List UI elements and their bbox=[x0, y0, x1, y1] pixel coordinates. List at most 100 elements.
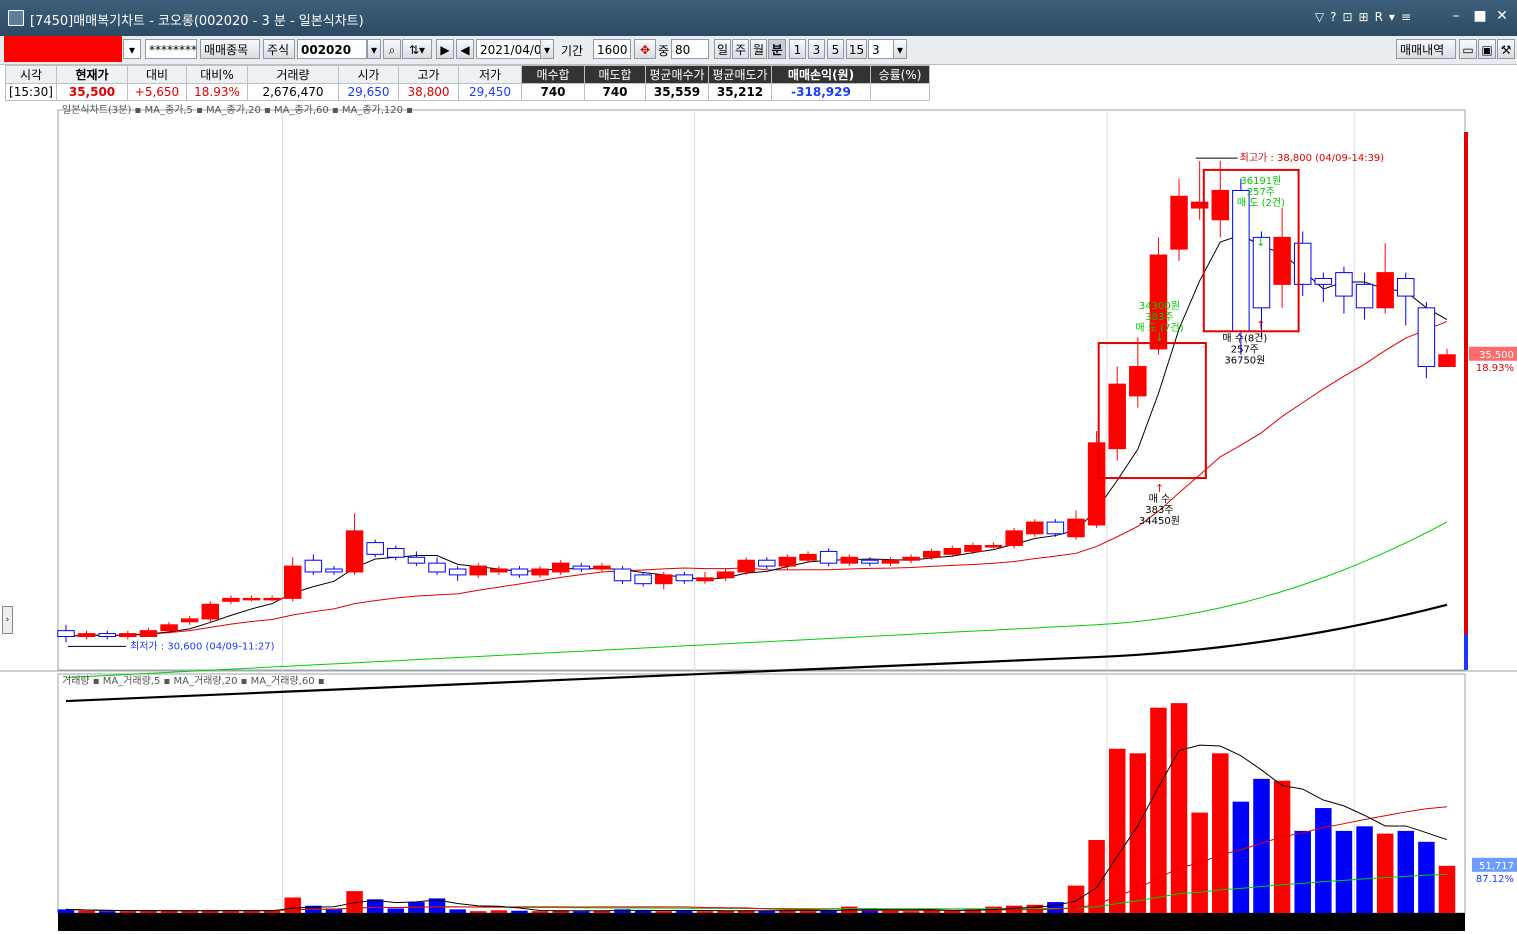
titlebar-tool-icons[interactable]: ▽?⊡⊞R▾≡ bbox=[1315, 10, 1417, 24]
sell-annotation: 383주 bbox=[1145, 312, 1173, 323]
date-dropdown[interactable]: ▾ bbox=[540, 39, 554, 59]
candle-body bbox=[696, 577, 714, 582]
sell-annotation: 34300원 bbox=[1139, 300, 1180, 312]
candle-body bbox=[304, 559, 323, 573]
volume-bar bbox=[511, 910, 528, 913]
app-icon bbox=[8, 10, 24, 26]
save-icon[interactable]: ▣ bbox=[1478, 39, 1496, 59]
chart-area[interactable]: 일본식차트(3분) ▪ MA_종가,5 ▪ MA_종가,20 ▪ MA_종가,6… bbox=[0, 102, 1517, 931]
quote-current-price: 35,500 bbox=[56, 83, 128, 101]
wrench-icon[interactable]: ⚒ bbox=[1497, 39, 1515, 59]
volume-last-label: 51,717 bbox=[1479, 861, 1514, 872]
sell-annotation: 36191원 bbox=[1240, 175, 1281, 187]
folder-icon[interactable]: ▭ bbox=[1459, 39, 1477, 59]
candle-body bbox=[737, 559, 755, 573]
minimize-button[interactable]: – bbox=[1445, 6, 1467, 26]
trade-items-button[interactable]: 매매종목 bbox=[200, 39, 260, 59]
interval-3-button[interactable]: 3 bbox=[808, 39, 825, 59]
candle-body bbox=[1335, 272, 1353, 297]
quote-header: 대비 bbox=[127, 65, 187, 84]
period-input[interactable]: 1600 bbox=[593, 39, 631, 59]
code-input[interactable]: 002020 bbox=[297, 39, 367, 59]
window-title: [7450]매매복기차트 - 코오롱(002020 - 3 분 - 일본식차트) bbox=[30, 14, 364, 29]
quote-change: +5,650 bbox=[127, 83, 187, 101]
interval-select[interactable]: 3 bbox=[868, 39, 894, 59]
volume-bar bbox=[1397, 830, 1415, 913]
password-field[interactable]: ********* bbox=[145, 39, 197, 59]
candle-body bbox=[510, 568, 529, 576]
candle-body bbox=[902, 556, 920, 561]
volume-bar bbox=[78, 910, 95, 913]
period-minute-button[interactable]: 분 bbox=[768, 39, 786, 59]
period-week-button[interactable]: 주 bbox=[732, 39, 749, 59]
candle-body bbox=[325, 568, 343, 573]
volume-pct-label: 87.12% bbox=[1476, 874, 1514, 885]
volume-bar bbox=[676, 910, 693, 913]
period-month-button[interactable]: 월 bbox=[750, 39, 767, 59]
quote-change-pct: 18.93% bbox=[186, 83, 248, 101]
interval-1-button[interactable]: 1 bbox=[789, 39, 806, 59]
quote-value-row: [15:30] 35,500 +5,650 18.93% 2,676,470 2… bbox=[5, 83, 930, 101]
candle-body bbox=[1067, 518, 1085, 538]
candle-body bbox=[1355, 283, 1374, 309]
volume-bar bbox=[1315, 808, 1332, 913]
candle-body bbox=[1005, 530, 1023, 547]
help-icon[interactable]: ? bbox=[1330, 10, 1342, 24]
window-icon[interactable]: ⊡ bbox=[1342, 10, 1358, 24]
interval-5-button[interactable]: 5 bbox=[827, 39, 844, 59]
quote-header: 시각 bbox=[5, 65, 57, 84]
quote-volume: 2,676,470 bbox=[247, 83, 339, 101]
layout-icon[interactable]: ⊞ bbox=[1359, 10, 1375, 24]
volume-bar bbox=[573, 911, 590, 913]
period-day-button[interactable]: 일 bbox=[714, 39, 731, 59]
volume-bar bbox=[944, 910, 961, 913]
volume-bar bbox=[531, 911, 549, 913]
dropdown-icon[interactable]: ▾ bbox=[1389, 10, 1401, 24]
candle-body bbox=[861, 559, 879, 564]
candle-body bbox=[1376, 272, 1394, 309]
volume-bar bbox=[1047, 902, 1064, 913]
volume-bar bbox=[1253, 778, 1270, 913]
price-legend: 일본식차트(3분) ▪ MA_종가,5 ▪ MA_종가,20 ▪ MA_종가,6… bbox=[62, 104, 413, 116]
quote-high: 38,800 bbox=[398, 83, 459, 101]
next-arrow-icon[interactable]: ▶ bbox=[436, 39, 454, 59]
r-icon[interactable]: R bbox=[1375, 10, 1389, 24]
panel-toggle-icon[interactable]: › bbox=[2, 606, 13, 634]
candle-body bbox=[634, 574, 652, 585]
close-button[interactable]: ✕ bbox=[1491, 6, 1513, 26]
chart-svg[interactable]: 일본식차트(3분) ▪ MA_종가,5 ▪ MA_종가,20 ▪ MA_종가,6… bbox=[0, 102, 1517, 931]
right-edge-bar bbox=[1464, 634, 1468, 670]
candle-body bbox=[1438, 354, 1456, 368]
prev-arrow-icon[interactable]: ◀ bbox=[456, 39, 474, 59]
candle-body bbox=[366, 542, 384, 555]
toolbar: ▾ ********* 매매종목 주식 002020 ▾ ⌕ ⇅▾ ▶ ◀ 20… bbox=[0, 36, 1517, 65]
search-icon[interactable]: ⌕ bbox=[383, 39, 401, 59]
menu-icon[interactable]: ≡ bbox=[1401, 10, 1417, 24]
candle-body bbox=[263, 597, 281, 601]
candle-body bbox=[448, 568, 467, 576]
trade-history-button[interactable]: 매매내역 bbox=[1396, 39, 1456, 59]
sort-icon[interactable]: ⇅▾ bbox=[402, 39, 432, 59]
candle-body bbox=[407, 556, 426, 564]
current-pct-label: 18.93% bbox=[1476, 363, 1514, 374]
quote-header: 거래량 bbox=[247, 65, 339, 84]
volume-bar bbox=[1294, 830, 1311, 913]
buy-annotation: 매 수 bbox=[1149, 493, 1171, 505]
x-tick-label: 13 bbox=[688, 919, 701, 930]
account-dropdown[interactable]: ▾ bbox=[123, 39, 141, 59]
market-select[interactable]: 주식 bbox=[263, 39, 295, 59]
interval-dropdown[interactable]: ▾ bbox=[893, 39, 907, 59]
candle-body bbox=[593, 565, 611, 570]
mid-input[interactable]: 80 bbox=[671, 39, 709, 59]
candle-body bbox=[428, 562, 446, 573]
code-dropdown[interactable]: ▾ bbox=[367, 39, 381, 59]
maximize-button[interactable]: ■ bbox=[1469, 6, 1491, 26]
date-input[interactable]: 2021/04/09 bbox=[476, 39, 542, 59]
high-label: 최고가 : 38,800 (04/09-14:39) bbox=[1240, 152, 1385, 164]
interval-15-button[interactable]: 15 bbox=[846, 39, 867, 59]
filter-icon[interactable]: ▽ bbox=[1315, 10, 1330, 24]
volume-bar bbox=[696, 911, 714, 913]
quote-open: 29,650 bbox=[338, 83, 399, 101]
volume-bar bbox=[119, 911, 137, 913]
settings-icon[interactable]: ✥ bbox=[634, 39, 656, 59]
